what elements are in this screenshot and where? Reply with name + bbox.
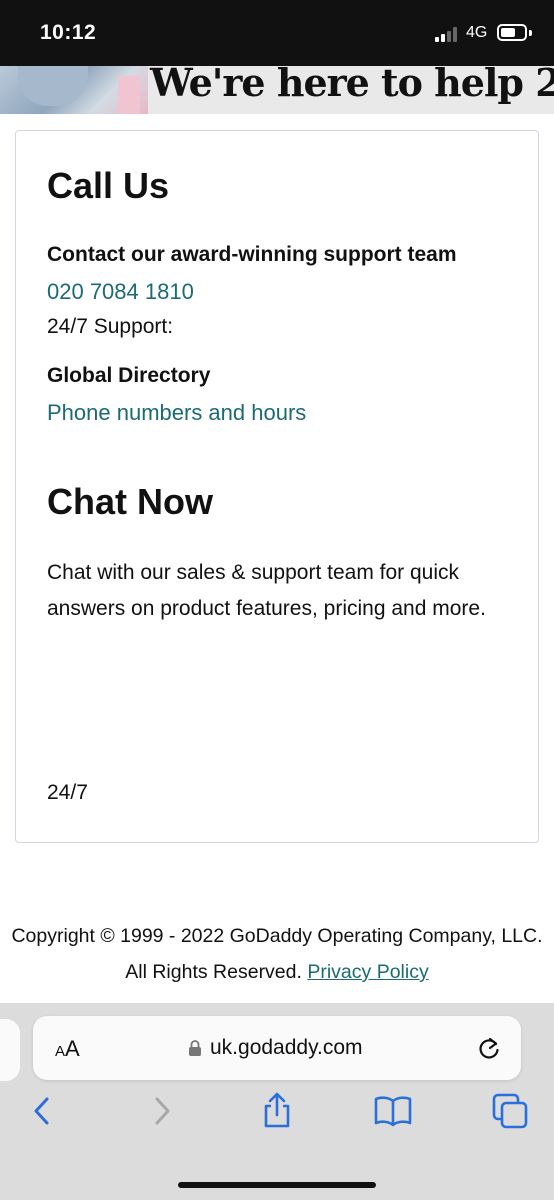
hero-title: We're here to help 24/7 [150,66,554,105]
contact-label: Contact our award-winning support team [47,243,457,266]
forward-icon[interactable] [142,1091,182,1131]
browser-chrome: AA uk.godaddy.com [0,1003,554,1200]
chat-hours: 24/7 [47,781,88,804]
bookmarks-icon[interactable] [373,1091,413,1131]
back-icon[interactable] [22,1091,62,1131]
address-bar[interactable]: AA uk.godaddy.com [33,1016,521,1080]
hero-photo [0,66,148,114]
call-us-heading: Call Us [47,165,170,206]
hero-banner: We're here to help 24/7 [0,66,554,114]
share-icon[interactable] [257,1091,297,1131]
status-bar: 10:12 4G [0,0,554,66]
lock-icon [189,1040,201,1056]
status-time: 10:12 [40,21,97,44]
privacy-policy-link[interactable]: Privacy Policy [307,961,428,983]
reader-button[interactable]: AA [55,1036,80,1062]
signal-icon [435,26,459,42]
contact-card: Call Us Contact our award-winning suppor… [15,130,539,843]
global-directory-label: Global Directory [47,364,211,387]
copyright-text: Copyright © 1999 - 2022 GoDaddy Operatin… [11,925,543,983]
battery-icon [497,24,532,41]
previous-tab-peek[interactable] [0,1019,20,1081]
url-text[interactable]: uk.godaddy.com [210,1036,363,1060]
directory-link[interactable]: Phone numbers and hours [47,400,306,426]
chat-now-heading: Chat Now [47,481,213,522]
tabs-icon[interactable] [490,1091,530,1131]
reload-icon[interactable] [476,1034,502,1062]
network-label: 4G [466,24,488,41]
footer: Copyright © 1999 - 2022 GoDaddy Operatin… [0,918,554,990]
chat-description: Chat with our sales & support team for q… [47,561,486,620]
support-text: 24/7 Support: [47,315,174,338]
phone-link[interactable]: 020 7084 1810 [47,279,194,305]
home-indicator [178,1182,376,1188]
